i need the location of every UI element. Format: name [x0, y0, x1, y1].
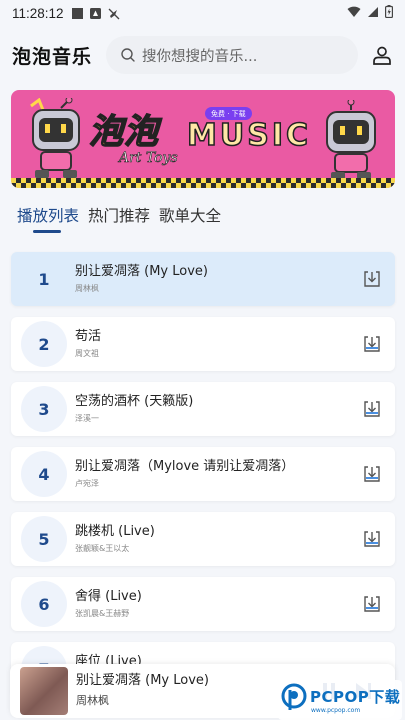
battery-icon — [385, 5, 394, 22]
song-artist: 张靓颖&王以太 — [75, 544, 130, 553]
download-icon[interactable] — [362, 334, 382, 354]
song-artist: 泽溪一 — [75, 414, 99, 423]
song-row-5[interactable]: 5 跳楼机 (Live) 张靓颖&王以太 — [11, 512, 395, 566]
song-number: 1 — [38, 269, 50, 289]
song-title: 空荡的酒杯 (天籁版) — [75, 394, 194, 409]
download-icon[interactable] — [362, 464, 382, 484]
banner-title: 泡泡 — [88, 111, 159, 153]
pcpop-logo-icon — [281, 683, 307, 710]
song-number: 4 — [21, 451, 67, 497]
tab-active-indicator — [33, 230, 61, 233]
download-icon[interactable] — [362, 269, 382, 289]
status-bar: 11:28:12 — [0, 0, 405, 26]
promo-banner[interactable]: 泡泡 MUSIC Art Toys 免费 · 下载 — [11, 90, 395, 188]
song-artist: 卢宛泽 — [75, 479, 99, 488]
wifi-icon — [347, 6, 361, 22]
banner-pill: 免费 · 下载 — [205, 107, 252, 120]
song-number: 5 — [21, 516, 67, 562]
app-title: 泡泡音乐 — [12, 46, 93, 68]
watermark-text: PCPOP下载 — [310, 688, 401, 706]
pcpop-watermark: PCPOP下载 www.pcpop.com — [278, 680, 402, 720]
tab-bar: 播放列表 热门推荐 歌单大全 — [0, 204, 405, 236]
song-title: 舍得 (Live) — [75, 589, 142, 604]
banner-checker-strip — [11, 178, 395, 188]
search-placeholder: 搜你想搜的音乐... — [142, 48, 258, 65]
song-title: 别让爱凋落 (My Love) — [75, 264, 208, 279]
song-row-3[interactable]: 3 空荡的酒杯 (天籁版) 泽溪一 — [11, 382, 395, 436]
download-icon[interactable] — [362, 399, 382, 419]
app-header: 泡泡音乐 搜你想搜的音乐... — [0, 34, 405, 76]
song-artist: 周文祖 — [75, 349, 99, 358]
song-row-1[interactable]: 1 别让爱凋落 (My Love) 周林枫 — [11, 252, 395, 306]
tab-playlist[interactable]: 播放列表 — [17, 204, 79, 226]
song-row-4[interactable]: 4 别让爱凋落（Mylove 请别让爱凋落） 卢宛泽 — [11, 447, 395, 501]
player-song-title: 别让爱凋落 (My Love) — [76, 673, 209, 688]
song-number: 3 — [21, 386, 67, 432]
signal-icon — [367, 6, 379, 22]
song-row-2[interactable]: 2 苟活 周文祖 — [11, 317, 395, 371]
tab-hot-recommend[interactable]: 热门推荐 — [88, 204, 150, 226]
app-notification-icon — [89, 7, 101, 19]
album-cover — [20, 667, 68, 715]
song-artist: 周林枫 — [75, 284, 99, 293]
song-artist: 张凯晨&王赫野 — [75, 609, 130, 618]
robot-left-illustration — [30, 98, 80, 178]
song-number: 6 — [21, 581, 67, 627]
mute-icon — [108, 8, 120, 19]
robot-right-illustration — [326, 100, 376, 179]
download-icon[interactable] — [362, 529, 382, 549]
banner-subtitle: Art Toys — [119, 150, 178, 167]
watermark-url: www.pcpop.com — [311, 707, 361, 714]
notification-icon — [71, 7, 83, 19]
search-icon — [121, 48, 135, 62]
song-number: 2 — [21, 321, 67, 367]
song-row-6[interactable]: 6 舍得 (Live) 张凯晨&王赫野 — [11, 577, 395, 631]
tab-song-lists[interactable]: 歌单大全 — [159, 204, 221, 226]
profile-button[interactable] — [369, 42, 395, 68]
song-title: 跳楼机 (Live) — [75, 524, 155, 539]
download-icon[interactable] — [362, 594, 382, 614]
user-icon — [373, 46, 391, 65]
song-title: 苟活 — [75, 329, 102, 344]
song-title: 别让爱凋落（Mylove 请别让爱凋落） — [75, 459, 295, 474]
search-input[interactable]: 搜你想搜的音乐... — [106, 36, 358, 74]
banner-music-text: MUSIC — [186, 117, 311, 154]
status-time: 11:28:12 — [12, 5, 64, 21]
player-artist: 周林枫 — [76, 694, 109, 707]
